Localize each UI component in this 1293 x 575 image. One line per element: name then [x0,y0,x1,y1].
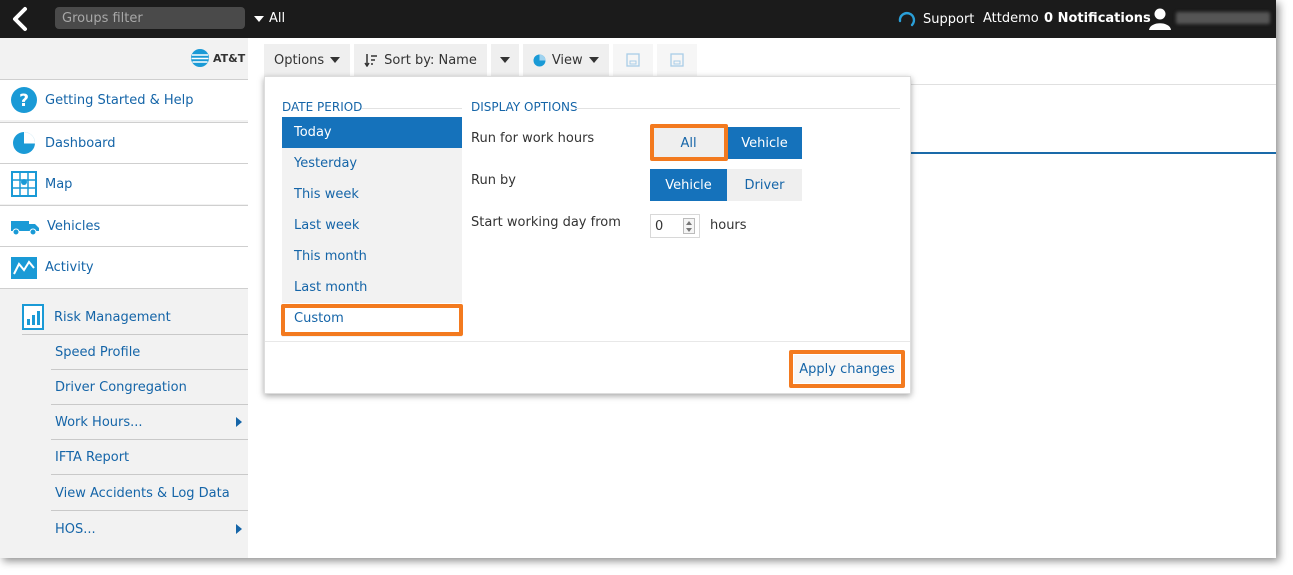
sort-icon [364,54,378,67]
content-divider [910,84,1276,85]
spin-up-icon[interactable] [686,221,692,225]
panel-footer-divider [265,341,910,342]
sidebar-subitem-label: View Accidents & Log Data [55,485,230,501]
save-as-button[interactable] [656,44,697,76]
date-period-yesterday[interactable]: Yesterday [282,148,462,179]
date-period-title: DATE PERIOD [282,100,363,114]
save-disk-icon [626,53,640,67]
activity-chart-icon [11,256,37,279]
sidebar-subitem-driver-congregation[interactable]: Driver Congregation [51,370,248,405]
groups-filter-input[interactable] [55,7,245,29]
sidebar-item-label: Dashboard [45,135,116,151]
section-label: Risk Management [54,309,171,325]
date-period-custom[interactable]: Custom [282,303,462,334]
run-by-label: Run by [471,173,517,188]
sidebar-subitem-hos[interactable]: HOS... [51,512,248,547]
help-icon: ? [11,87,37,113]
options-panel: DATE PERIOD DISPLAY OPTIONS Today Yester… [264,76,911,394]
date-period-this-week[interactable]: This week [282,179,462,210]
groups-dropdown[interactable]: All [254,11,285,26]
support-link[interactable]: Support [897,9,974,29]
sidebar-item-activity[interactable]: Activity [0,246,248,289]
back-arrow-icon[interactable] [8,6,34,32]
sidebar-item-dashboard[interactable]: Dashboard [0,122,248,163]
sidebar-subitem-label: Speed Profile [55,344,141,360]
spin-down-icon[interactable] [686,228,692,232]
save-disk-icon [670,53,684,67]
sidebar-item-label: Map [45,176,73,192]
sidebar-item-label: Getting Started & Help [45,92,194,108]
sidebar-item-label: Vehicles [47,218,101,234]
dashboard-pie-icon [13,132,35,154]
spin-buttons[interactable] [683,218,695,234]
date-period-last-month[interactable]: Last month [282,272,462,303]
work-hours-vehicle-option[interactable]: Vehicle [727,127,802,159]
att-brand-text: AT&T [213,51,246,65]
map-icon [11,171,37,197]
support-label: Support [923,11,975,27]
top-bar: All Support Attdemo 0 Notifications [0,0,1276,38]
apply-changes-button[interactable]: Apply changes [794,355,900,383]
start-hour-input[interactable] [651,215,683,237]
view-label: View [551,52,583,68]
user-avatar-icon[interactable] [1148,6,1172,34]
user-name-blurred [1176,12,1270,24]
sidebar-subitem-label: HOS... [55,522,96,537]
truck-icon [11,221,39,236]
options-button[interactable]: Options [264,44,351,76]
work-hours-all-option[interactable]: All [650,127,727,159]
sidebar-section-risk-management[interactable]: Risk Management [22,300,248,335]
run-for-work-hours-label: Run for work hours [471,131,595,146]
sort-button[interactable]: Sort by: Name [354,44,487,76]
sort-dropdown-button[interactable] [490,44,519,76]
chevron-down-icon [588,57,599,63]
chevron-down-icon [330,57,341,63]
sidebar-subitem-view-accidents[interactable]: View Accidents & Log Data [51,476,248,511]
sidebar-item-vehicles[interactable]: Vehicles [0,205,248,246]
sidebar-item-getting-started[interactable]: ? Getting Started & Help [0,79,248,120]
sidebar-item-label: Activity [45,260,94,275]
hours-unit-label: hours [710,218,747,233]
section-divider [575,108,900,109]
section-divider [362,108,462,109]
app-window: All Support Attdemo 0 Notifications AT&T… [0,0,1276,558]
sidebar-subitem-speed-profile[interactable]: Speed Profile [51,335,248,370]
svg-text:?: ? [19,91,29,111]
sidebar: AT&T ? Getting Started & Help Dashboard … [0,38,248,558]
save-button[interactable] [612,44,653,76]
groups-dropdown-value: All [269,11,286,26]
att-globe-icon [191,49,209,67]
start-hour-stepper[interactable] [650,214,700,238]
att-logo: AT&T [190,48,245,68]
run-by-driver-option[interactable]: Driver [727,169,802,201]
run-by-vehicle-option[interactable]: Vehicle [650,169,727,201]
pie-chart-icon [533,54,546,66]
content-accent-rule [910,152,1276,154]
chevron-right-icon [236,417,242,427]
chevron-right-icon [236,524,242,534]
sidebar-subitem-ifta-report[interactable]: IFTA Report [51,440,248,475]
view-button[interactable]: View [522,44,609,76]
sidebar-subitem-work-hours[interactable]: Work Hours... [51,405,248,440]
chevron-down-icon [499,57,510,63]
headset-icon [898,12,916,27]
start-working-day-label: Start working day from [471,215,621,230]
display-options-title: DISPLAY OPTIONS [471,100,578,114]
sidebar-subitem-label: IFTA Report [55,449,130,465]
account-link[interactable]: Attdemo [983,11,1039,26]
report-chart-icon [22,304,44,330]
sort-label: Sort by: Name [384,52,477,68]
sidebar-item-map[interactable]: Map [0,163,248,204]
date-period-this-month[interactable]: This month [282,241,462,272]
notifications-link[interactable]: 0 Notifications [1044,11,1151,26]
date-period-last-week[interactable]: Last week [282,210,462,241]
sidebar-subitem-label: Work Hours... [55,414,143,430]
options-label: Options [274,52,325,68]
date-period-today[interactable]: Today [282,117,462,148]
report-toolbar: Options Sort by: Name View [264,44,697,76]
chevron-down-icon [254,15,264,22]
sidebar-subitem-label: Driver Congregation [55,379,187,395]
